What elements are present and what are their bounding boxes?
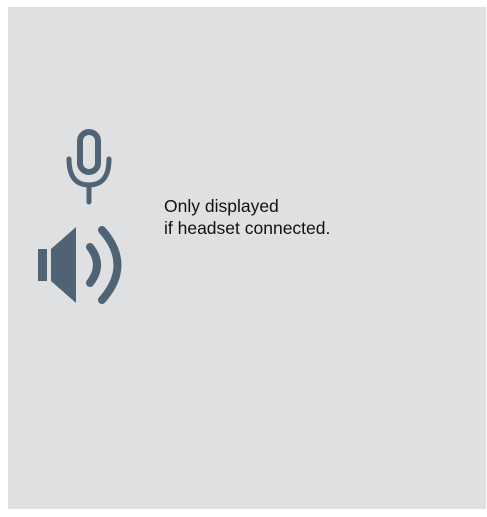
speaker-icon xyxy=(38,223,142,307)
headset-panel: Only displayed if headset connected. xyxy=(8,7,486,509)
headset-note: Only displayed if headset connected. xyxy=(164,195,330,239)
microphone-icon xyxy=(63,129,115,205)
headset-note-line-1: Only displayed xyxy=(164,196,279,216)
headset-note-line-2: if headset connected. xyxy=(164,218,331,238)
